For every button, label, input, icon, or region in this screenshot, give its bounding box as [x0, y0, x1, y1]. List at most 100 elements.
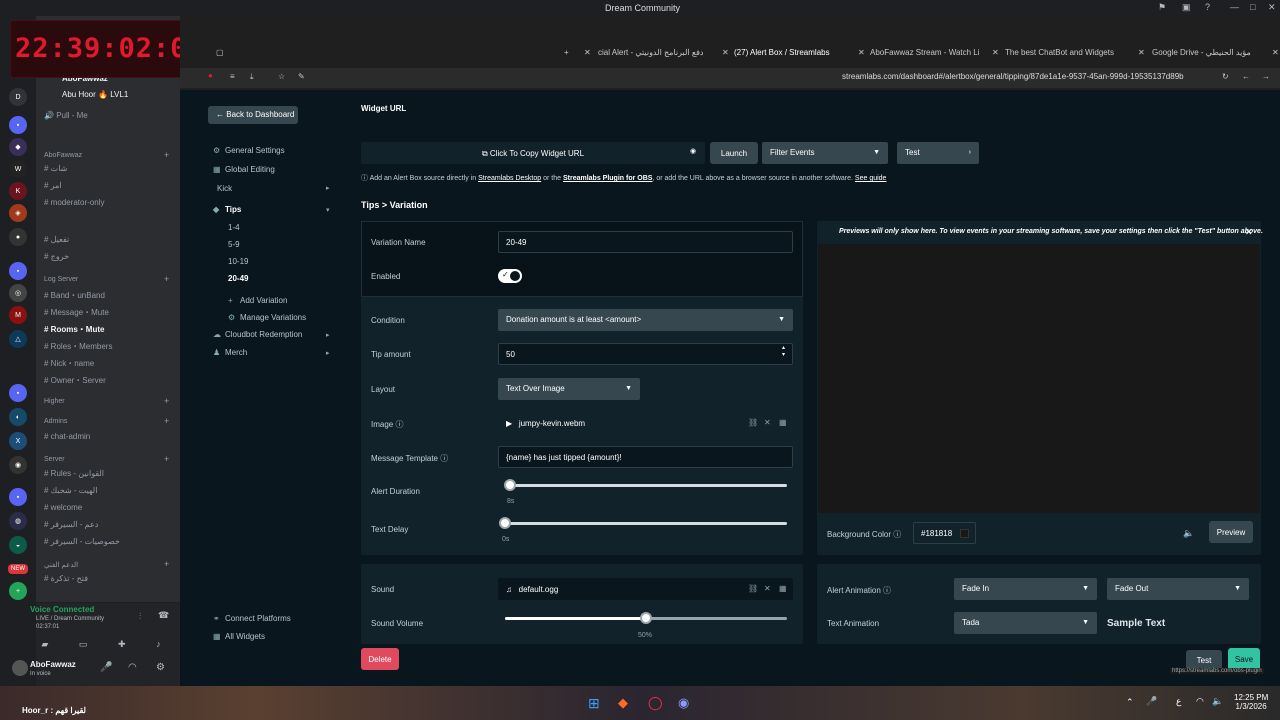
channel-item[interactable]: # Owner・Server: [44, 375, 106, 386]
category-header[interactable]: Admins: [44, 418, 67, 425]
sidebar-item-tips[interactable]: ◆ Tips: [213, 205, 241, 214]
brave-icon[interactable]: ◆: [618, 695, 628, 711]
tab[interactable]: The best ChatBot and Widgets: [1005, 48, 1114, 57]
server-icon[interactable]: ▪: [9, 116, 27, 134]
channel-item[interactable]: # دعم - السيرفر: [44, 520, 98, 529]
clear-icon[interactable]: ✕: [764, 418, 771, 427]
channel-item[interactable]: # welcome: [44, 503, 82, 512]
channel-item[interactable]: # امر: [44, 181, 62, 190]
windows-start-icon[interactable]: ⊞: [588, 695, 600, 712]
category-header[interactable]: Server: [44, 456, 65, 463]
sidebar-item-cloudbot[interactable]: ☁ Cloudbot Redemption: [213, 330, 302, 339]
channel-item[interactable]: # الهيت - شخبك: [44, 486, 97, 495]
screen-share-icon[interactable]: ▭: [79, 639, 88, 650]
condition-select[interactable]: Donation amount is at least <amount> ▼: [498, 309, 793, 331]
add-server-icon[interactable]: +: [9, 582, 27, 600]
variation-name-input[interactable]: 20-49: [498, 231, 793, 253]
enabled-toggle[interactable]: ✓: [498, 269, 522, 283]
server-icon[interactable]: △: [9, 330, 27, 348]
channel-item[interactable]: # خصوصيات - السيرفر: [44, 537, 120, 546]
server-icon[interactable]: ▪: [9, 262, 27, 280]
variation-item[interactable]: 1-4: [228, 223, 240, 232]
info-icon[interactable]: ⓘ: [395, 420, 403, 429]
language-icon[interactable]: ع: [1176, 696, 1181, 707]
back-icon[interactable]: ←: [1242, 72, 1250, 81]
back-to-dashboard-button[interactable]: ← Back to Dashboard: [208, 106, 298, 124]
channel-item-active[interactable]: # Rooms・Mute: [44, 324, 104, 335]
add-channel-icon[interactable]: +: [164, 416, 169, 426]
see-guide-link[interactable]: See guide: [855, 175, 887, 182]
category-header[interactable]: الدعم الفني: [44, 561, 78, 569]
server-icon[interactable]: K: [9, 182, 27, 200]
close-tab-icon[interactable]: ✕: [584, 48, 591, 57]
layout-select[interactable]: Text Over Image ▼: [498, 378, 640, 400]
tray-clock[interactable]: 12:25 PM 1/3/2026: [1234, 693, 1268, 711]
server-icon[interactable]: ▪: [9, 384, 27, 402]
stepper-icon[interactable]: ▴ ▾: [782, 345, 785, 359]
server-icon[interactable]: X: [9, 432, 27, 450]
delete-button[interactable]: Delete: [361, 648, 399, 670]
minimize-button[interactable]: —: [1230, 2, 1239, 12]
channel-item[interactable]: # شات: [44, 164, 67, 173]
close-tab-icon[interactable]: ✕: [992, 48, 999, 57]
server-icon[interactable]: M: [9, 306, 27, 324]
help-icon[interactable]: ?: [1205, 2, 1210, 12]
link-icon[interactable]: ⛓: [748, 418, 758, 427]
channel-item[interactable]: # خروج: [44, 252, 69, 261]
preview-button[interactable]: Preview: [1209, 521, 1253, 543]
animation-out-select[interactable]: Fade Out ▼: [1107, 578, 1249, 600]
sidebar-item-global-editing[interactable]: ▦ Global Editing: [213, 165, 275, 174]
window-icon[interactable]: ▢: [216, 48, 224, 57]
new-tab-button[interactable]: +: [564, 48, 569, 57]
opera-icon[interactable]: ◯: [648, 695, 663, 711]
volume-icon[interactable]: 🔈: [1183, 528, 1194, 539]
category-header[interactable]: AboFawwaz: [44, 152, 82, 159]
tab-active[interactable]: (27) Alert Box / Streamlabs: [734, 48, 830, 57]
info-icon[interactable]: ⓘ: [883, 586, 891, 595]
color-swatch[interactable]: [960, 529, 969, 538]
menu-icon[interactable]: ≡: [230, 72, 235, 81]
variation-item[interactable]: 10-19: [228, 257, 248, 266]
camera-icon[interactable]: ▰: [41, 639, 48, 650]
tab[interactable]: Google Drive - مؤيد الحنيطي: [1152, 48, 1251, 57]
maximize-button[interactable]: □: [1250, 2, 1255, 12]
url-input[interactable]: streamlabs.com/dashboard#/alertbox/gener…: [842, 72, 1184, 81]
tab[interactable]: cial Alert - دفع البرنامج الدونيتي: [598, 48, 703, 57]
manage-variations-link[interactable]: ⚙ Manage Variations: [228, 313, 306, 322]
add-channel-icon[interactable]: +: [164, 559, 169, 569]
sidebar-item-general-settings[interactable]: ⚙ General Settings: [213, 146, 285, 155]
animation-in-select[interactable]: Fade In ▼: [954, 578, 1097, 600]
channel-item[interactable]: # moderator-only: [44, 198, 104, 207]
inbox-icon[interactable]: ▣: [1182, 2, 1191, 13]
wifi-icon[interactable]: ◠: [1196, 696, 1204, 707]
capture-icon[interactable]: ✎: [298, 72, 305, 81]
channel-item[interactable]: # Rules - القوانين: [44, 469, 104, 478]
channel-item[interactable]: # فتح - تذكرة: [44, 574, 88, 583]
server-icon[interactable]: D: [9, 88, 27, 106]
text-delay-track[interactable]: [505, 522, 787, 525]
sound-volume-slider[interactable]: [640, 612, 652, 624]
close-tab-icon[interactable]: ✕: [858, 48, 865, 57]
connect-platforms-link[interactable]: ⚭ Connect Platforms: [213, 614, 291, 623]
channel-item[interactable]: # تفعيل: [44, 235, 69, 244]
text-animation-select[interactable]: Tada ▼: [954, 612, 1097, 634]
streamlabs-desktop-link[interactable]: Streamlabs Desktop: [478, 175, 541, 182]
add-channel-icon[interactable]: +: [164, 274, 169, 284]
gallery-icon[interactable]: ▦: [779, 418, 787, 427]
info-icon[interactable]: ⓘ: [440, 454, 448, 463]
save-button[interactable]: Save: [1228, 648, 1260, 670]
voice-user[interactable]: Abu Hoor 🔥 LVL1: [62, 90, 128, 99]
category-header[interactable]: Log Server: [44, 276, 78, 283]
close-tab-icon[interactable]: ✕: [722, 48, 729, 57]
soundboard-icon[interactable]: ♪: [156, 639, 161, 650]
test-button[interactable]: Test: [1186, 650, 1222, 670]
clear-icon[interactable]: ✕: [764, 584, 771, 593]
server-icon[interactable]: ◆: [9, 138, 27, 156]
tab[interactable]: AboFawwaz Stream - Watch Li: [870, 48, 980, 57]
record-icon[interactable]: ●: [208, 71, 213, 80]
variation-item[interactable]: 5-9: [228, 240, 240, 249]
gear-icon[interactable]: ⚙: [156, 662, 165, 673]
add-channel-icon[interactable]: +: [164, 454, 169, 464]
sidebar-item-merch[interactable]: ♟ Merch: [213, 348, 247, 357]
eye-icon[interactable]: ◉: [690, 147, 696, 155]
